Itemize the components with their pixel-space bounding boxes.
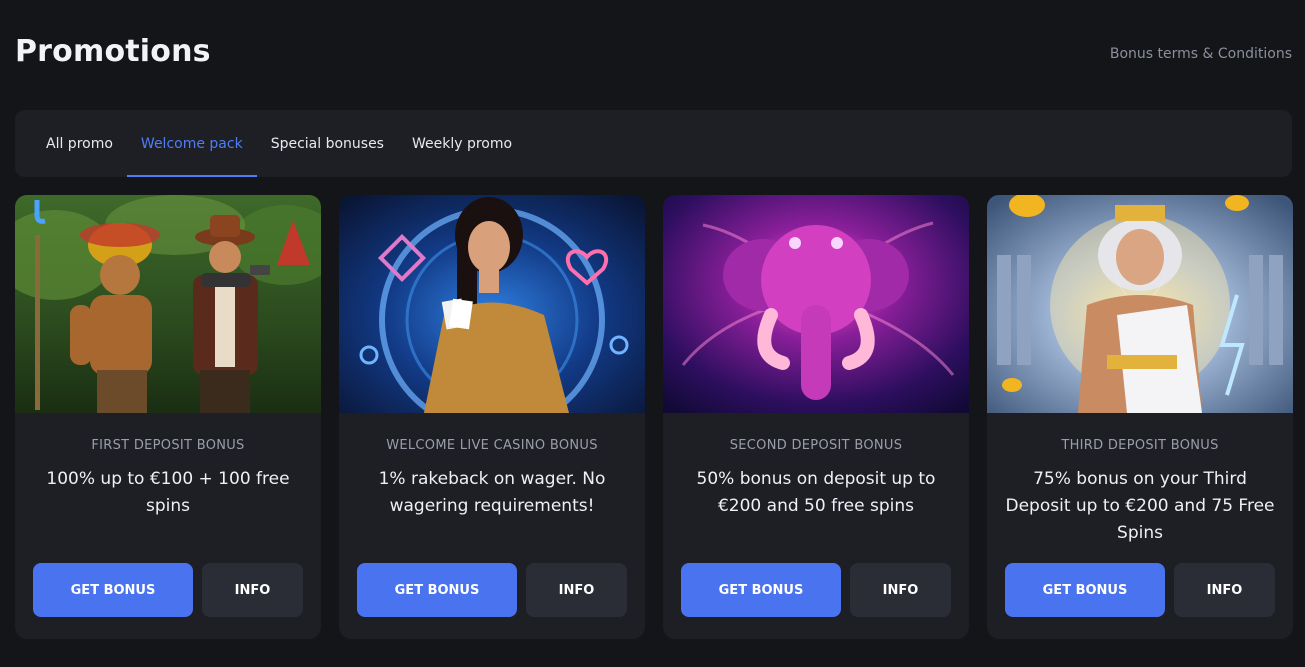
card-category: THIRD DEPOSIT BONUS <box>1061 438 1219 453</box>
promo-card-live-casino: WELCOME LIVE CASINO BONUS 1% rakeback on… <box>339 195 645 639</box>
card-category: WELCOME LIVE CASINO BONUS <box>386 438 598 453</box>
info-button[interactable]: INFO <box>202 563 303 617</box>
promo-tabs: All promo Welcome pack Special bonuses W… <box>15 110 1292 177</box>
promo-card-second-deposit: SECOND DEPOSIT BONUS 50% bonus on deposi… <box>663 195 969 639</box>
info-button[interactable]: INFO <box>526 563 627 617</box>
tab-all-promo[interactable]: All promo <box>32 110 127 177</box>
get-bonus-button[interactable]: GET BONUS <box>1005 563 1165 617</box>
get-bonus-button[interactable]: GET BONUS <box>681 563 841 617</box>
neon-elephant-image <box>663 195 969 413</box>
live-casino-dealer-image <box>339 195 645 413</box>
info-button[interactable]: INFO <box>850 563 951 617</box>
tab-special-bonuses[interactable]: Special bonuses <box>257 110 398 177</box>
jungle-adventurers-image <box>15 195 321 413</box>
card-description: 75% bonus on your Third Deposit up to €2… <box>1005 469 1275 543</box>
card-category: FIRST DEPOSIT BONUS <box>91 438 245 453</box>
card-description: 50% bonus on deposit up to €200 and 50 f… <box>696 469 936 516</box>
get-bonus-button[interactable]: GET BONUS <box>33 563 193 617</box>
zeus-image <box>987 195 1293 413</box>
info-button[interactable]: INFO <box>1174 563 1275 617</box>
page-title: Promotions <box>15 34 211 69</box>
get-bonus-button[interactable]: GET BONUS <box>357 563 517 617</box>
promo-card-first-deposit: FIRST DEPOSIT BONUS 100% up to €100 + 10… <box>15 195 321 639</box>
promo-card-third-deposit: THIRD DEPOSIT BONUS 75% bonus on your Th… <box>987 195 1293 639</box>
tab-weekly-promo[interactable]: Weekly promo <box>398 110 526 177</box>
tab-welcome-pack[interactable]: Welcome pack <box>126 110 257 177</box>
card-category: SECOND DEPOSIT BONUS <box>729 438 903 453</box>
bonus-terms-link[interactable]: Bonus terms & Conditions <box>1110 46 1292 62</box>
card-description: 1% rakeback on wager. No wagering requir… <box>378 469 606 516</box>
promo-cards: FIRST DEPOSIT BONUS 100% up to €100 + 10… <box>15 195 1293 639</box>
card-description: 100% up to €100 + 100 free spins <box>46 469 290 516</box>
